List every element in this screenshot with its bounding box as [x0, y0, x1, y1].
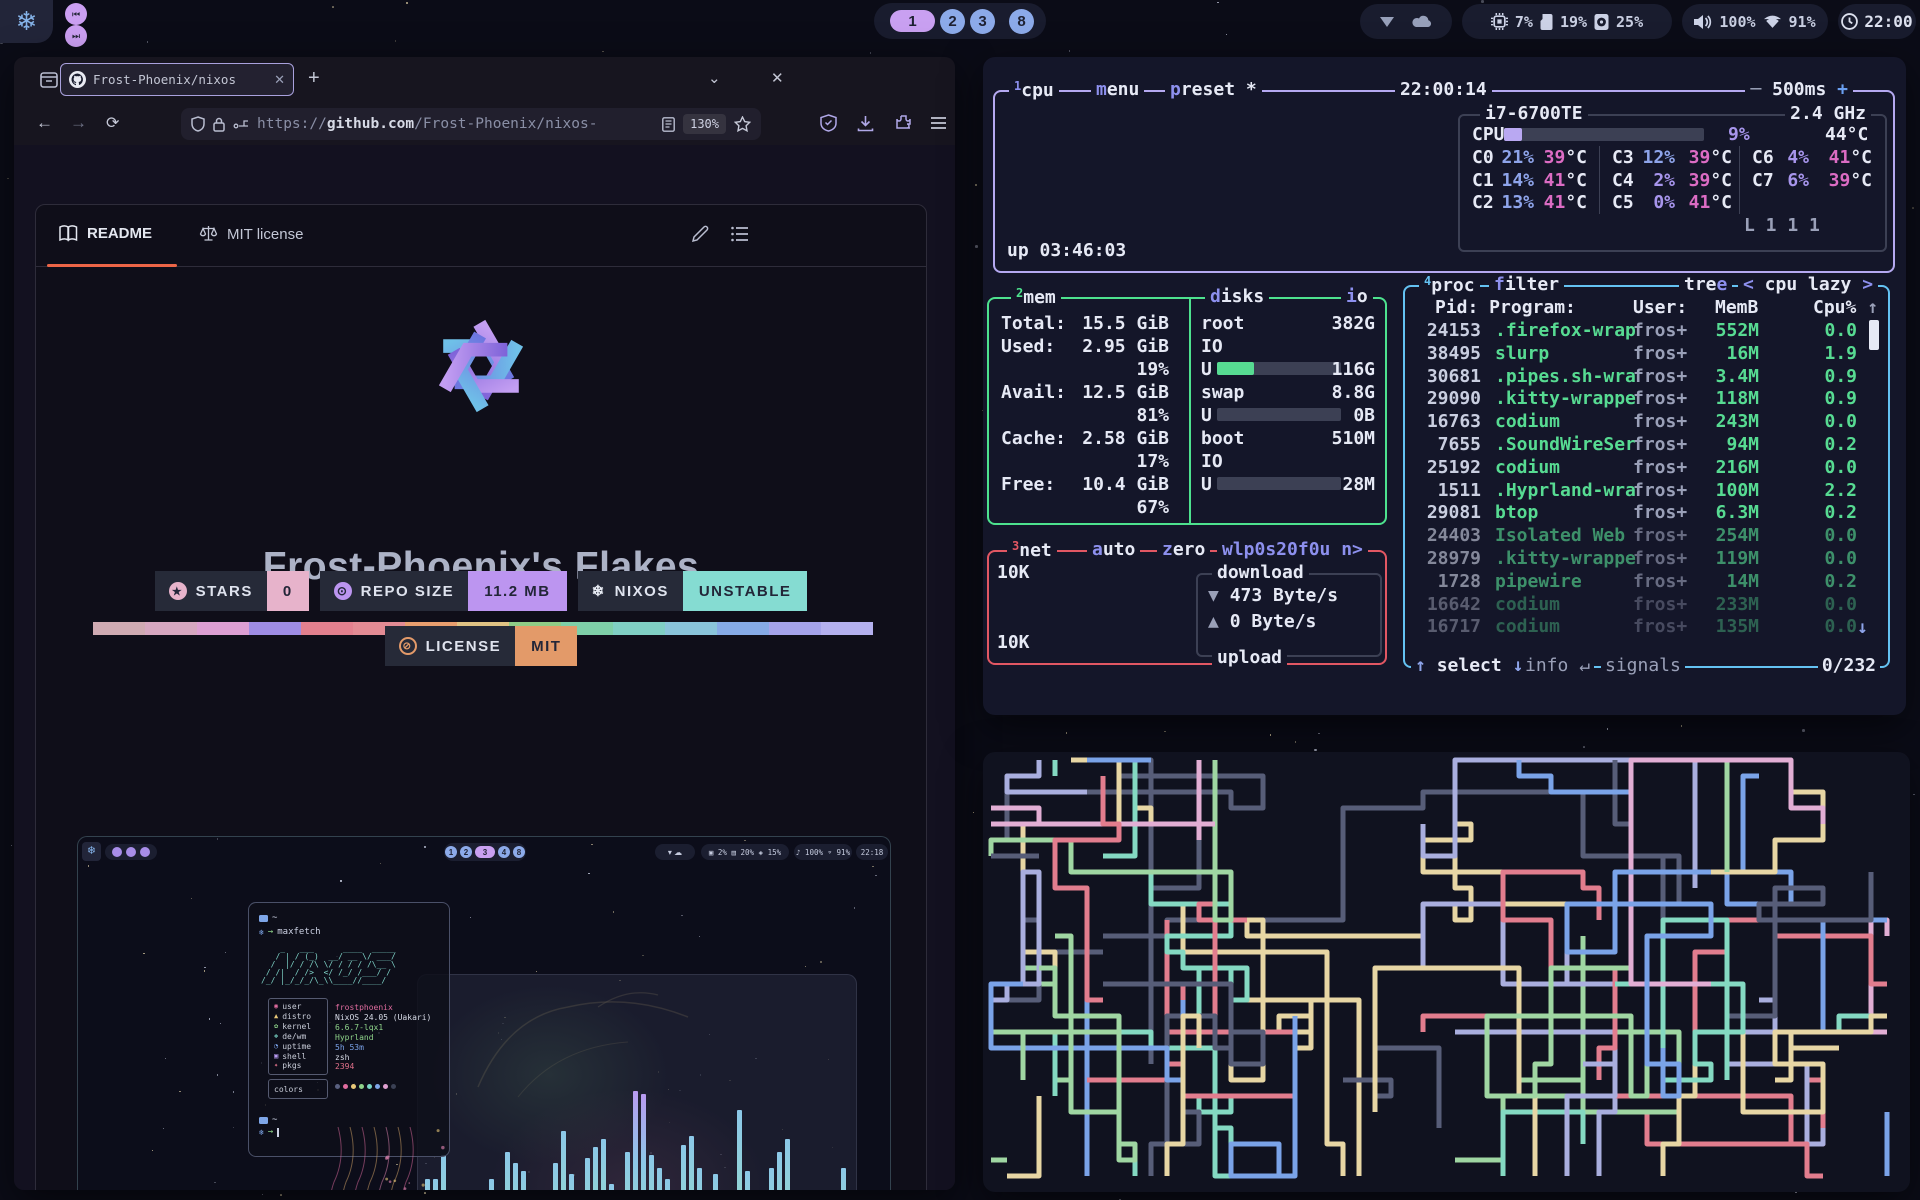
browser-window: Frost-Phoenix/nixos ✕ + ⌄ ✕ ← → ⟳ https:… — [14, 57, 955, 1190]
lock-icon[interactable] — [213, 117, 225, 132]
jellyfish-art — [328, 1127, 448, 1190]
new-tab-button[interactable]: + — [308, 67, 320, 90]
cloud-icon — [1412, 15, 1434, 29]
workspace-2[interactable]: 2 — [940, 9, 965, 34]
url-host: github.com — [327, 116, 414, 132]
book-icon — [59, 225, 78, 242]
readme-header: README MIT license — [36, 205, 926, 267]
zoom-level-badge[interactable]: 130% — [683, 114, 726, 134]
nixos-snowflake-icon: ❄ — [16, 6, 38, 37]
browser-tab[interactable]: Frost-Phoenix/nixos ✕ — [60, 63, 294, 96]
visualizer-window — [417, 974, 857, 1190]
top-bar: ❄ ⏮ ⏭ 1238 7% 19% 25% 100% 91% 22:00 — [0, 0, 1920, 44]
container-icon[interactable] — [233, 118, 249, 130]
fetch-color-dots — [335, 1084, 396, 1089]
clock-icon — [1841, 13, 1858, 30]
badge-license[interactable]: ⊘LICENSEMIT — [385, 626, 578, 666]
badge-row-1: ★STARS0 ⊙REPO SIZE11.2 MB ❄NIXOSUNSTABLE — [36, 571, 926, 611]
edit-pencil-icon[interactable] — [691, 225, 709, 243]
system-stats: 7% 19% 25% — [1462, 4, 1672, 39]
workspace-active[interactable]: 1 — [890, 10, 935, 32]
back-button[interactable]: ← — [36, 113, 53, 133]
menu-icon[interactable] — [930, 116, 947, 130]
cpu-usage: 7% — [1515, 13, 1533, 31]
workspace-8[interactable]: 8 — [1009, 9, 1034, 34]
nixos-logo — [418, 308, 544, 424]
tab-close-icon[interactable]: ✕ — [274, 72, 285, 88]
fetch-info-box: ◉user▲distro✿kernel❖de/wm◔uptime▣shell✦p… — [268, 998, 328, 1075]
badge-repo-size[interactable]: ⊙REPO SIZE11.2 MB — [320, 571, 567, 611]
download-icon[interactable] — [857, 115, 874, 132]
media-next-button[interactable]: ⏭ — [65, 25, 87, 47]
fetch-terminal: ~ ❄→ maxfetch _ ___ ____ _____ / | / (_)… — [248, 902, 450, 1157]
extension-icon[interactable] — [895, 114, 912, 131]
pipes-terminal — [983, 752, 1910, 1192]
nixos-logo-button[interactable]: ❄ — [0, 0, 53, 43]
url-bar: ← → ⟳ https://github.com/Frost-Phoenix/n… — [14, 102, 955, 145]
github-favicon — [69, 71, 86, 88]
bookmark-star-icon[interactable] — [734, 116, 751, 132]
fetch-colors-box: colors — [268, 1079, 328, 1099]
disk-icon — [1594, 14, 1609, 30]
vpn-icon — [1378, 15, 1396, 29]
url-field[interactable]: https://github.com/Frost-Phoenix/nixos- … — [181, 108, 761, 140]
tab-title: Frost-Phoenix/nixos — [93, 72, 267, 87]
audio-network: 100% 91% — [1682, 4, 1828, 39]
volume-level: 100% — [1719, 13, 1755, 31]
scales-icon — [199, 225, 218, 243]
badge-stars[interactable]: ★STARS0 — [155, 571, 309, 611]
reload-button[interactable]: ⟳ — [106, 113, 119, 133]
tab-mit-license[interactable]: MIT license — [199, 225, 303, 243]
workspace-3[interactable]: 3 — [970, 9, 995, 34]
tab-bar: Frost-Phoenix/nixos ✕ + ⌄ ✕ — [14, 57, 955, 102]
outline-list-icon[interactable] — [731, 226, 749, 242]
window-close-button[interactable]: ✕ — [771, 69, 784, 87]
tab-archive-icon[interactable] — [38, 69, 60, 91]
tab-readme[interactable]: README — [59, 225, 152, 242]
cpu-icon — [1491, 13, 1508, 30]
shield-icon[interactable] — [191, 116, 205, 132]
wifi-strength: 91% — [1789, 13, 1816, 31]
btop-window: 1cpumenupreset *22:00:14─ 500ms +up 03:4… — [983, 57, 1906, 715]
forward-button[interactable]: → — [70, 113, 87, 133]
visualizer-bars — [425, 1091, 846, 1190]
url-path: /Frost-Phoenix/nixos- — [414, 116, 597, 132]
clock: 22:00 — [1838, 4, 1916, 39]
memory-icon — [1540, 14, 1553, 30]
workspace-switcher: 1238 — [874, 3, 1046, 39]
media-prev-button[interactable]: ⏮ — [65, 3, 87, 25]
disk-usage: 25% — [1616, 13, 1643, 31]
weather-indicator — [1360, 4, 1452, 39]
reader-mode-icon[interactable] — [662, 117, 675, 132]
volume-icon — [1694, 14, 1712, 30]
desktop-screenshot: ❄12348▾ ☁▣ 2% ▤ 20% ◈ 15%♪ 100% ⌔ 91%22:… — [77, 836, 891, 1190]
badge-nixos[interactable]: ❄NIXOSUNSTABLE — [578, 571, 808, 611]
wifi-icon — [1763, 14, 1782, 29]
tab-dropdown-chevron[interactable]: ⌄ — [708, 69, 721, 87]
active-tab-underline — [47, 264, 177, 267]
memory-usage: 19% — [1560, 13, 1587, 31]
protections-icon[interactable] — [820, 114, 837, 132]
clock-time: 22:00 — [1864, 12, 1912, 31]
url-scheme: https:// — [257, 116, 327, 132]
readme-panel: README MIT license — [35, 204, 927, 1190]
media-controls: ⏮ ⏭ — [65, 3, 141, 39]
badge-row-2: ⊘LICENSEMIT — [36, 626, 926, 666]
github-page: README MIT license — [14, 145, 955, 1190]
nixos-ascii-art: _ ___ ____ _____ / | / (_) __/ __ \/ ___… — [261, 945, 439, 985]
